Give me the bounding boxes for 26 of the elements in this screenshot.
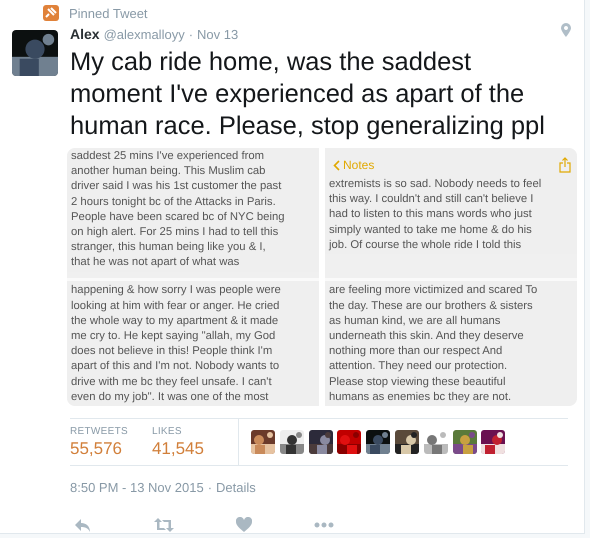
note-text: extremists is so sad. Nobody needs to feel this way. I couldn't and still can't believe I had to listen to this mans words who just simply wanted to take me home & do his job. Of course the whole ride I told this [329,177,542,253]
stat-count[interactable]: 55,576 [70,438,128,458]
back-link[interactable]: Notes [333,158,374,172]
separator-dot: · [208,480,212,495]
tweet-date[interactable]: Nov 13 [197,27,238,42]
share-icon[interactable] [559,157,571,173]
stat-label[interactable]: LIKES [152,426,204,436]
separator-dot: · [188,27,194,42]
author-handle[interactable]: @alexmalloyy [104,27,185,42]
location-pin-icon [560,22,572,38]
retweet-icon[interactable] [154,517,174,533]
tweet-timestamp: 8:50 PM - 13 Nov 2015 [70,480,204,495]
details-link[interactable]: Details [216,480,256,495]
note-text: happening & how sorry I was people were looking at him with fear or anger. He cried the whole way to my apartment & it made me cry to. He kept saying "allah, my God does not believe in this! People think I'm apart of this and I'm not. Nobody wants to drive with me bc they feel unsafe. I can't even do my job". It was one of the most [71,283,282,405]
author-name[interactable]: Alex [70,26,100,42]
tweet-text: My cab ride home, was the saddest moment I've experienced as apart of the human race. Please, stop generalizing ppl [70,47,546,142]
heart-icon[interactable] [236,517,252,533]
notes-screenshot[interactable] [325,148,577,406]
pin-icon [43,5,59,21]
note-text: saddest 25 mins I've experienced from another human being. This Muslim cab driver said I was his 1st customer the past 2 hours tonight bc of the Attacks in Paris. People have been scared bc of NYC being on high alert. For 25 mins I had to tell this stranger, this human being like you & I, that he was not apart of what was [71,149,286,270]
chevron-icon [333,160,340,170]
reply-icon[interactable] [74,517,92,533]
pinned-label: Pinned Tweet [69,6,148,20]
note-text: are feeling more victimized and scared To the day. These are our brothers & sisters as human kind, we are all humans underneath this skin. And they deserve nothing more than our respect And attention. They need our protection. Please stop viewing these beautiful humans as enemies bc they are not. [329,283,538,405]
stat-count[interactable]: 41,545 [152,438,204,458]
stat-label[interactable]: RETWEETS [70,426,128,436]
